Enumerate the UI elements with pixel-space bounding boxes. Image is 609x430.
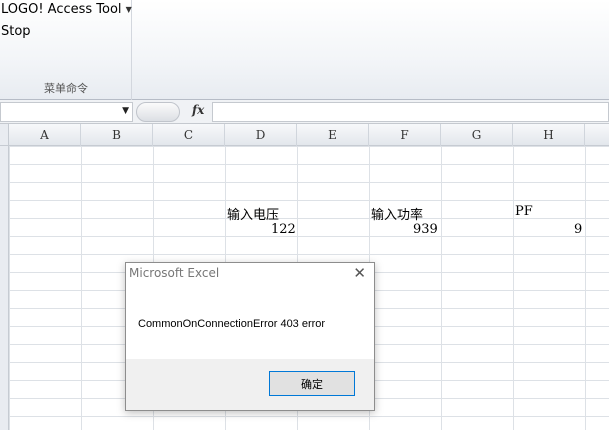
stop-button[interactable]: Stop <box>1 24 31 39</box>
column-header-d[interactable]: D <box>225 124 297 146</box>
insert-function-icon[interactable]: fx <box>192 103 204 117</box>
cell-f-power-header[interactable]: 输入功率 <box>371 204 423 223</box>
dialog-message: CommonOnConnectionError 403 error <box>138 318 326 330</box>
logo-access-tool-menu[interactable]: LOGO! Access Tool ▼ <box>1 2 132 17</box>
ribbon: LOGO! Access Tool ▼ Stop 菜单命令 <box>0 0 609 100</box>
cell-h-pf-value[interactable]: 9 <box>574 222 582 237</box>
cell-f-power-value[interactable]: 939 <box>413 222 438 237</box>
cell-h-pf-header[interactable]: PF <box>515 204 533 219</box>
ribbon-group-menu-commands: LOGO! Access Tool ▼ Stop 菜单命令 <box>0 0 132 100</box>
column-header-g[interactable]: G <box>441 124 513 146</box>
cell-d-voltage-header[interactable]: 输入电压 <box>227 204 279 223</box>
close-icon[interactable]: ✕ <box>353 263 366 283</box>
column-header-c[interactable]: C <box>153 124 225 146</box>
ribbon-group-label: 菜单命令 <box>44 82 88 95</box>
column-header-b[interactable]: B <box>81 124 153 146</box>
logo-access-tool-label: LOGO! Access Tool <box>1 2 122 17</box>
row-headers[interactable] <box>0 146 9 430</box>
column-headers: A B C D E F G H <box>9 124 609 146</box>
column-header-e[interactable]: E <box>297 124 369 146</box>
dialog-title: Microsoft Excel <box>129 266 220 280</box>
name-box[interactable]: ▼ <box>0 102 133 122</box>
formula-controls: fx <box>136 102 212 122</box>
dropdown-arrow-icon: ▼ <box>125 5 132 14</box>
formula-input[interactable] <box>212 102 609 122</box>
formula-bar: ▼ fx <box>0 100 609 124</box>
dialog-body: CommonOnConnectionError 403 error <box>126 283 374 359</box>
column-header-f[interactable]: F <box>369 124 441 146</box>
name-box-dropdown-icon[interactable]: ▼ <box>122 106 129 116</box>
column-header-h[interactable]: H <box>513 124 585 146</box>
dialog-footer: 确定 <box>126 359 374 410</box>
ok-button[interactable]: 确定 <box>269 371 355 396</box>
message-dialog: Microsoft Excel ✕ CommonOnConnectionErro… <box>125 262 375 411</box>
cell-d-voltage-value[interactable]: 122 <box>271 222 296 237</box>
column-header-a[interactable]: A <box>9 124 81 146</box>
formula-options-handle[interactable] <box>136 102 180 122</box>
select-all-corner[interactable] <box>0 124 9 146</box>
